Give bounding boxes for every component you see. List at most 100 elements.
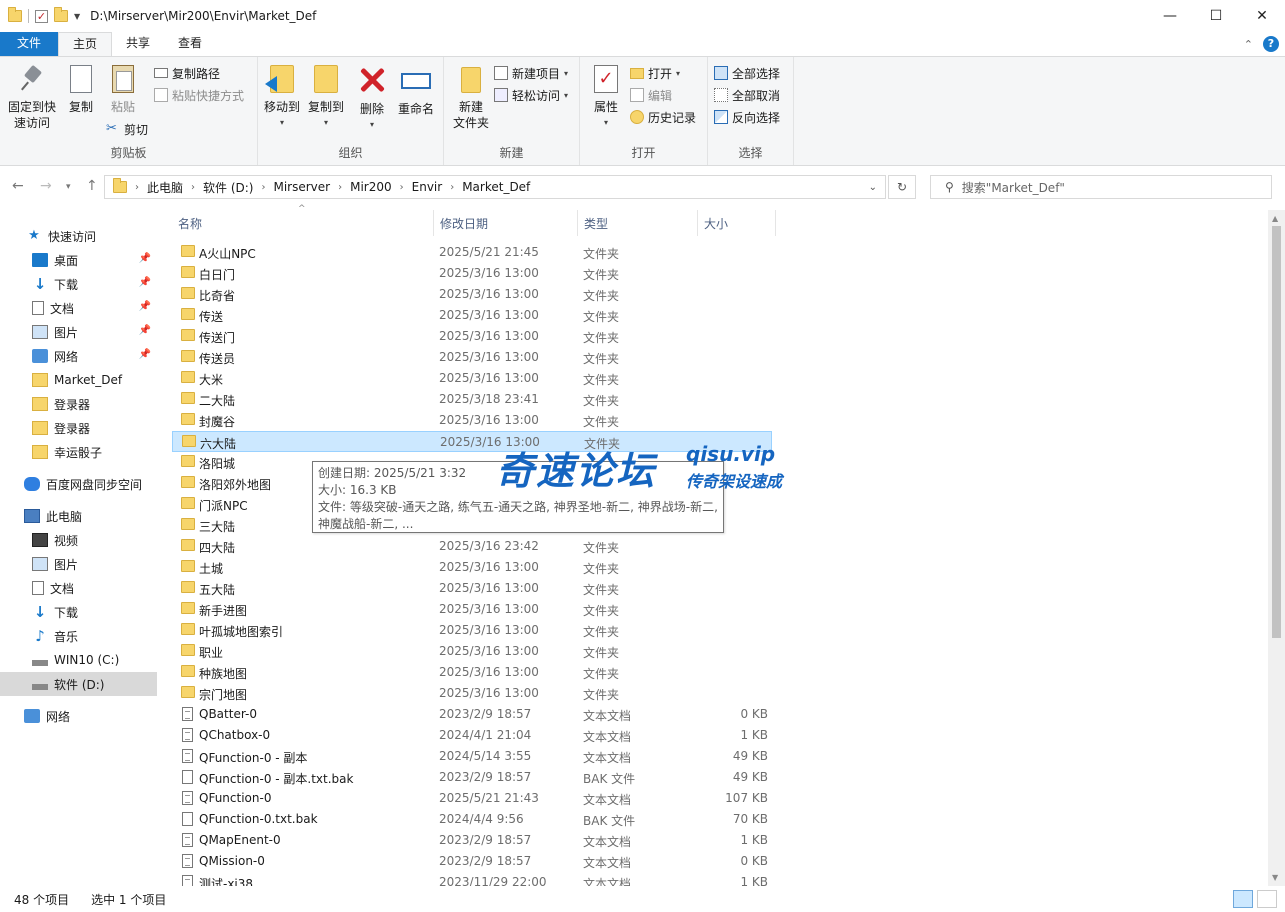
select-all-button[interactable]: 全部选择	[714, 63, 780, 83]
up-arrow-icon[interactable]: ↑	[86, 178, 98, 194]
copy-to-button[interactable]: 复制到 ▾	[304, 63, 348, 131]
nav-item-music[interactable]: ♪ 音乐	[0, 624, 157, 648]
table-row[interactable]: QMission-0 2023/2/9 18:57 文本文档 0 KB	[172, 851, 772, 872]
table-row[interactable]: 土城 2025/3/16 13:00 文件夹	[172, 557, 772, 578]
pin-quick-access-button[interactable]: 固定到快 速访问	[4, 63, 60, 131]
select-none-button[interactable]: 全部取消	[714, 85, 780, 105]
table-row[interactable]: 新手进图 2025/3/16 13:00 文件夹	[172, 599, 772, 620]
delete-button[interactable]: 删除 ▾	[354, 63, 390, 133]
nav-item-drive-c[interactable]: WIN10 (C:)	[0, 648, 157, 672]
scroll-down-icon[interactable]: ▼	[1272, 873, 1278, 882]
table-row[interactable]: 大米 2025/3/16 13:00 文件夹	[172, 368, 772, 389]
nav-quick-access[interactable]: ★ 快速访问	[0, 224, 157, 248]
paste-shortcut-button[interactable]: 粘贴快捷方式	[154, 85, 244, 105]
table-row[interactable]: 比奇省 2025/3/16 13:00 文件夹	[172, 284, 772, 305]
breadcrumb-drive-d[interactable]: 软件 (D:)	[197, 179, 259, 196]
nav-item-baidu-sync[interactable]: 百度网盘同步空间	[0, 472, 157, 496]
open-button[interactable]: 打开 ▾	[630, 63, 680, 83]
tab-share[interactable]: 共享	[112, 32, 164, 56]
nav-item-downloads[interactable]: ↓ 下载 📌	[0, 272, 157, 296]
back-arrow-icon[interactable]: ←	[12, 178, 24, 194]
breadcrumb-market-def[interactable]: Market_Def	[456, 180, 536, 194]
tab-home[interactable]: 主页	[58, 32, 113, 56]
table-row[interactable]: 六大陆 2025/3/16 13:00 文件夹	[172, 431, 772, 452]
invert-selection-button[interactable]: 反向选择	[714, 107, 780, 127]
table-row[interactable]: 叶孤城地图索引 2025/3/16 13:00 文件夹	[172, 620, 772, 641]
table-row[interactable]: 封魔谷 2025/3/16 13:00 文件夹	[172, 410, 772, 431]
search-input[interactable]: ⚲ 搜索"Market_Def"	[930, 175, 1272, 199]
chevron-right-icon[interactable]: ›	[398, 182, 406, 193]
scroll-up-icon[interactable]: ▲	[1272, 214, 1278, 223]
nav-item-market-def[interactable]: Market_Def	[0, 368, 157, 392]
nav-item-this-pc[interactable]: 此电脑	[0, 504, 157, 528]
nav-item-network[interactable]: 网络	[0, 704, 157, 728]
paste-button[interactable]: 粘贴	[104, 63, 142, 115]
table-row[interactable]: QFunction-0 - 副本.txt.bak 2023/2/9 18:57 BA…	[172, 767, 772, 788]
refresh-icon[interactable]: ↻	[888, 175, 916, 199]
table-row[interactable]: 种族地图 2025/3/16 13:00 文件夹	[172, 662, 772, 683]
properties-button[interactable]: ✓ 属性 ▾	[586, 63, 626, 131]
minimize-button[interactable]: —	[1147, 0, 1193, 32]
column-header-name[interactable]: 名称	[172, 210, 434, 236]
breadcrumb-mir200[interactable]: Mir200	[344, 180, 398, 194]
nav-item-pc-documents[interactable]: 文档	[0, 576, 157, 600]
address-bar[interactable]: › 此电脑 › 软件 (D:) › Mirserver › Mir200 › E…	[104, 175, 886, 199]
table-row[interactable]: 传送 2025/3/16 13:00 文件夹	[172, 305, 772, 326]
table-row[interactable]: QFunction-0 - 副本 2024/5/14 3:55 文本文档 49 KB	[172, 746, 772, 767]
column-header-date[interactable]: 修改日期	[434, 210, 578, 236]
new-item-button[interactable]: 新建项目 ▾	[494, 63, 568, 83]
pin-icon[interactable]: 📌	[139, 301, 151, 312]
table-row[interactable]: 五大陆 2025/3/16 13:00 文件夹	[172, 578, 772, 599]
table-row[interactable]: QChatbox-0 2024/4/1 21:04 文本文档 1 KB	[172, 725, 772, 746]
properties-check-icon[interactable]: ✓	[35, 9, 48, 23]
new-folder-button[interactable]: 新建 文件夹	[448, 63, 494, 131]
chevron-right-icon[interactable]: ›	[336, 182, 344, 193]
tab-view[interactable]: 查看	[164, 32, 216, 56]
table-row[interactable]: QMapEnent-0 2023/2/9 18:57 文本文档 1 KB	[172, 830, 772, 851]
pin-icon[interactable]: 📌	[139, 253, 151, 264]
rename-button[interactable]: 重命名	[394, 63, 438, 117]
copy-button[interactable]: 复制	[62, 61, 101, 115]
large-icons-view-icon[interactable]	[1257, 890, 1277, 908]
table-row[interactable]: 宗门地图 2025/3/16 13:00 文件夹	[172, 683, 772, 704]
nav-item-launcher-2[interactable]: 登录器	[0, 416, 157, 440]
nav-item-drive-d[interactable]: 软件 (D:)	[0, 672, 157, 696]
table-row[interactable]: A火山NPC 2025/5/21 21:45 文件夹	[172, 242, 772, 263]
vertical-scrollbar[interactable]: ▲ ▼	[1268, 210, 1285, 886]
collapse-ribbon-chevron-icon[interactable]: ⌃	[1244, 38, 1253, 51]
nav-item-pc-downloads[interactable]: ↓ 下载	[0, 600, 157, 624]
table-row[interactable]: 白日门 2025/3/16 13:00 文件夹	[172, 263, 772, 284]
chevron-right-icon[interactable]: ›	[259, 182, 267, 193]
nav-item-pictures[interactable]: 图片 📌	[0, 320, 157, 344]
details-view-icon[interactable]	[1233, 890, 1253, 908]
column-header-type[interactable]: 类型	[578, 210, 698, 236]
address-history-chevron-down-icon[interactable]: ⌄	[869, 182, 877, 193]
chevron-right-icon[interactable]: ›	[133, 182, 141, 193]
nav-item-network-pinned[interactable]: 网络 📌	[0, 344, 157, 368]
easy-access-button[interactable]: 轻松访问 ▾	[494, 85, 568, 105]
pin-icon[interactable]: 📌	[139, 349, 151, 360]
table-row[interactable]: QFunction-0 2025/5/21 21:43 文本文档 107 KB	[172, 788, 772, 809]
pin-icon[interactable]: 📌	[139, 325, 151, 336]
move-to-button[interactable]: 移动到 ▾	[260, 63, 304, 131]
edit-button[interactable]: 编辑	[630, 85, 672, 105]
table-row[interactable]: QFunction-0.txt.bak 2024/4/4 9:56 BAK 文件 70…	[172, 809, 772, 830]
nav-item-lucky-dice[interactable]: 幸运骰子	[0, 440, 157, 464]
breadcrumb-this-pc[interactable]: 此电脑	[141, 179, 189, 196]
table-row[interactable]: 传送门 2025/3/16 13:00 文件夹	[172, 326, 772, 347]
help-icon[interactable]: ?	[1263, 36, 1279, 52]
breadcrumb-mirserver[interactable]: Mirserver	[267, 180, 336, 194]
nav-item-desktop[interactable]: 桌面 📌	[0, 248, 157, 272]
table-row[interactable]: 传送员 2025/3/16 13:00 文件夹	[172, 347, 772, 368]
customize-toolbar-chevron-icon[interactable]: ▼	[74, 12, 80, 21]
nav-item-videos[interactable]: 视频	[0, 528, 157, 552]
pin-icon[interactable]: 📌	[139, 277, 151, 288]
breadcrumb-envir[interactable]: Envir	[406, 180, 449, 194]
forward-arrow-icon[interactable]: →	[40, 178, 52, 194]
cut-button[interactable]: ✂ 剪切	[106, 119, 148, 139]
table-row[interactable]: 四大陆 2025/3/16 23:42 文件夹	[172, 536, 772, 557]
nav-item-documents[interactable]: 文档 📌	[0, 296, 157, 320]
copy-path-button[interactable]: 复制路径	[154, 63, 220, 83]
history-button[interactable]: 历史记录	[630, 107, 696, 127]
chevron-right-icon[interactable]: ›	[448, 182, 456, 193]
